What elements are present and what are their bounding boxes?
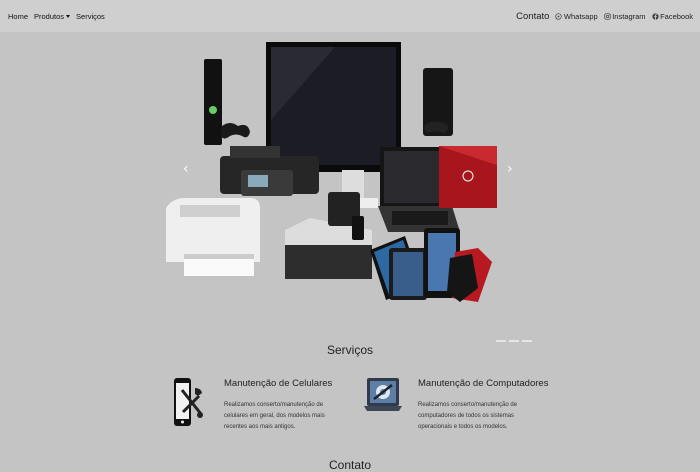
nav-servicos-link[interactable]: Serviços [76,12,105,21]
nav-instagram-link[interactable]: Instagram [604,12,646,21]
service-text: Manutenção de Computadores Realizamos co… [418,376,549,433]
service-card-computadores: Manutenção de Computadores Realizamos co… [364,376,549,433]
facebook-label: Facebook [660,11,693,21]
instagram-icon [604,12,611,20]
carousel-prev-button[interactable]: ‹ [183,162,189,176]
carousel-indicator[interactable] [508,340,519,342]
carousel-indicator[interactable] [521,340,532,342]
whatsapp-label: Whatsapp [563,11,598,21]
service-description: Realizamos conserto/manutenção de comput… [418,402,518,430]
electronics-products-image [166,42,497,302]
service-description: Realizamos conserto/manutenção de celula… [224,402,325,430]
nav-whatsapp-link[interactable]: Whatsapp [555,11,598,21]
carousel-indicator[interactable] [495,340,506,342]
service-title: Manutenção de Celulares [224,378,333,389]
facebook-icon [651,12,659,20]
nav-produtos-dropdown[interactable]: Produtos [34,11,71,21]
nav-left: Home Produtos Serviços [8,12,111,21]
nav-contato-link[interactable]: Contato [516,11,549,22]
navbar: Home Produtos Serviços Contato Whatsapp … [0,0,700,32]
service-title: Manutenção de Computadores [418,378,549,389]
instagram-label: Instagram [612,11,646,21]
service-text: Manutenção de Celulares Realizamos conse… [224,376,345,433]
carousel-next-button[interactable]: › [507,162,513,176]
product-carousel[interactable] [160,40,532,342]
nav-right: Contato Whatsapp Instagram Facebook [510,11,693,22]
laptop-gear-icon [364,378,402,411]
caret-down-icon [66,14,71,18]
contact-title: Contato [328,458,372,472]
nav-home-link[interactable]: Home [8,12,28,21]
nav-produtos-label: Produtos [34,11,65,21]
whatsapp-icon [555,12,563,20]
chevron-left-icon: ‹ [183,161,189,177]
phone-repair-icon [174,378,203,426]
service-card-celulares: Manutenção de Celulares Realizamos conse… [170,376,345,433]
chevron-right-icon: › [507,161,513,177]
carousel-indicators [494,340,533,342]
services-title: Serviços [326,343,373,357]
nav-facebook-link[interactable]: Facebook [651,11,693,21]
